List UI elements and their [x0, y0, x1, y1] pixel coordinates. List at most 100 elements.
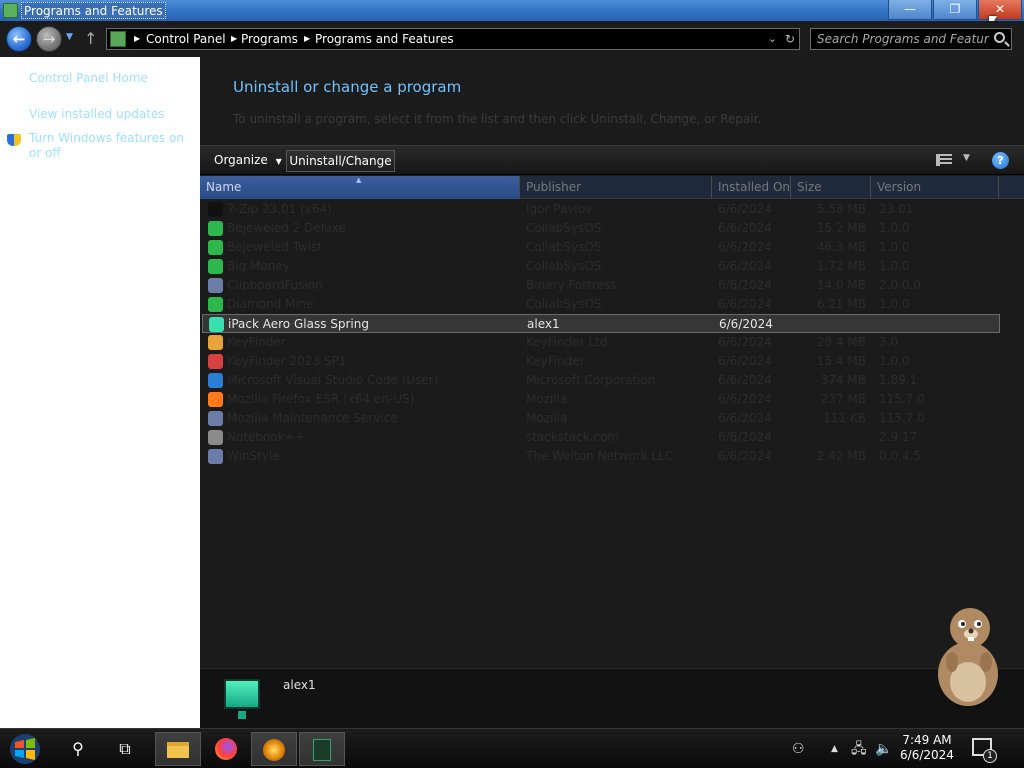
minimize-button[interactable]: —: [888, 0, 932, 20]
program-name: iPack Aero Glass Spring: [228, 317, 369, 331]
installer-icon: [208, 449, 223, 464]
program-version: 2.0.0.0: [879, 278, 921, 292]
program-installed-on: 6/6/2024: [718, 392, 772, 406]
program-publisher: alex1: [527, 317, 560, 331]
table-row[interactable]: 7-Zip 23.01 (x64) Igor Pavlov 6/6/2024 5.58…: [202, 200, 1000, 219]
table-row[interactable]: WinStyle The Welton Network LLC 6/6/2024 2.…: [202, 447, 1000, 466]
program-size: 46.3 MB: [816, 240, 866, 254]
breadcrumb-control-panel[interactable]: Control Panel: [146, 29, 226, 49]
breadcrumb-programs-and-features[interactable]: Programs and Features: [315, 29, 454, 49]
program-version: 1.0.0: [879, 297, 910, 311]
monitor-icon: [224, 679, 260, 719]
table-row[interactable]: Notebook++ stackstack.com 6/6/2024 2.9.17: [202, 428, 1000, 447]
program-name: 7-Zip 23.01 (x64): [227, 202, 332, 216]
breadcrumb-separator-icon[interactable]: ▶: [304, 29, 310, 49]
control-panel-taskbar-icon[interactable]: [251, 732, 297, 766]
program-installed-on: 6/6/2024: [718, 297, 772, 311]
table-row[interactable]: iPack Aero Glass Spring alex1 6/6/2024: [202, 314, 1000, 333]
windows-features-link[interactable]: Turn Windows features on or off: [29, 131, 189, 161]
table-row[interactable]: Big Money CollabSysOS 6/6/2024 1.72 MB 1.0.0: [202, 257, 1000, 276]
change-view-icon[interactable]: [936, 154, 952, 166]
breadcrumb-separator-icon[interactable]: ▶: [231, 29, 237, 49]
table-row[interactable]: Bejeweled 2 Deluxe CollabSysOS 6/6/2024 15.…: [202, 219, 1000, 238]
firefox-icon: [208, 392, 223, 407]
breadcrumb-separator-icon[interactable]: ▶: [134, 29, 140, 49]
recent-pages-dropdown[interactable]: ▼: [66, 32, 73, 42]
table-row[interactable]: Diamond Mine CollabSysOS 6/6/2024 6.21 MB 1.…: [202, 295, 1000, 314]
program-publisher: stackstack.com: [526, 430, 620, 444]
maximize-button[interactable]: ❐: [933, 0, 977, 20]
program-installed-on: 6/6/2024: [719, 317, 773, 331]
task-view-icon[interactable]: ⧉: [102, 732, 148, 766]
app-icon: [208, 430, 223, 445]
chevron-down-icon: ▼: [275, 157, 282, 166]
gopher-mascot-icon[interactable]: [928, 604, 1008, 708]
program-size: 237 MB: [820, 392, 866, 406]
forward-button[interactable]: →: [36, 26, 62, 52]
game-icon: [208, 221, 223, 236]
firefox-icon[interactable]: [203, 732, 249, 766]
back-button[interactable]: ←: [6, 26, 32, 52]
file-explorer-icon[interactable]: [155, 732, 201, 766]
program-size: 28.4 MB: [816, 335, 866, 349]
clock[interactable]: 7:49 AM 6/6/2024: [897, 733, 957, 763]
program-name: Bejeweled Twist: [227, 240, 323, 254]
column-installed-on[interactable]: Installed On: [712, 176, 791, 199]
organize-button[interactable]: Organize ▼: [206, 150, 290, 172]
search-box[interactable]: [810, 28, 1012, 50]
program-publisher: CollabSysOS: [526, 259, 602, 273]
details-publisher: alex1: [283, 678, 316, 692]
chevron-down-icon[interactable]: ▼: [963, 153, 970, 163]
column-size[interactable]: Size: [791, 176, 871, 199]
program-installed-on: 6/6/2024: [718, 240, 772, 254]
control-panel-home-link[interactable]: Control Panel Home: [29, 71, 189, 86]
program-installed-on: 6/6/2024: [718, 335, 772, 349]
breadcrumb-programs[interactable]: Programs: [241, 29, 298, 49]
column-version[interactable]: Version: [871, 176, 999, 199]
search-taskbar-icon[interactable]: ⚲: [55, 732, 101, 766]
column-publisher[interactable]: Publisher: [520, 176, 712, 199]
game-icon: [208, 297, 223, 312]
refresh-icon[interactable]: ↻: [785, 29, 795, 49]
help-icon[interactable]: ?: [992, 152, 1009, 169]
program-publisher: Mozilla: [526, 392, 568, 406]
command-bar: Organize ▼ Uninstall/Change ▼ ?: [200, 145, 1024, 175]
address-bar[interactable]: ▶ Control Panel ▶ Programs ▶ Programs an…: [106, 28, 800, 50]
title-bar[interactable]: Programs and Features — ❐ ✕: [0, 0, 1024, 21]
view-installed-updates-link[interactable]: View installed updates: [29, 107, 189, 122]
program-size: 6.21 MB: [816, 297, 866, 311]
sort-ascending-icon: ▲: [356, 176, 362, 184]
program-publisher: KeyFinder: [526, 354, 585, 368]
uninstall-change-button[interactable]: Uninstall/Change: [286, 150, 395, 172]
start-button-windows-icon[interactable]: [6, 733, 44, 765]
table-row[interactable]: Microsoft Visual Studio Code (User) Micro…: [202, 371, 1000, 390]
close-button[interactable]: ✕: [978, 0, 1022, 20]
program-version: 0.0.4.5: [879, 449, 921, 463]
volume-icon[interactable]: 🔈: [875, 729, 892, 768]
show-hidden-icons[interactable]: ▲: [831, 729, 838, 768]
program-publisher: Microsoft Corporation: [526, 373, 656, 387]
program-version: 115.7.0: [879, 392, 925, 406]
people-icon[interactable]: ⚇: [792, 729, 805, 768]
program-installed-on: 6/6/2024: [718, 449, 772, 463]
program-version: 1.0.0: [879, 259, 910, 273]
organize-label: Organize: [214, 153, 268, 167]
table-row[interactable]: Mozilla Maintenance Service Mozilla 6/6/20…: [202, 409, 1000, 428]
caption-buttons: — ❐ ✕: [887, 0, 1022, 20]
program-publisher: CollabSysOS: [526, 221, 602, 235]
address-dropdown-icon[interactable]: ⌄: [768, 29, 777, 49]
table-row[interactable]: Bejeweled Twist CollabSysOS 6/6/2024 46.3 M…: [202, 238, 1000, 257]
program-size: 15.4 MB: [816, 354, 866, 368]
search-input[interactable]: [811, 29, 989, 49]
up-button[interactable]: ↑: [84, 29, 97, 48]
table-row[interactable]: ClipboardFusion Binary Fortress 6/6/2024 14…: [202, 276, 1000, 295]
table-row[interactable]: KeyFinder 2023 SP1 KeyFinder 6/6/2024 15.4 …: [202, 352, 1000, 371]
key-icon: [208, 335, 223, 350]
shield-icon: [7, 134, 21, 146]
aero-glass-taskbar-icon[interactable]: [299, 732, 345, 766]
network-icon[interactable]: 🖧: [851, 729, 867, 768]
table-row[interactable]: KeyFinder KeyFinder Ltd 6/6/2024 28.4 MB 3.0: [202, 333, 1000, 352]
program-version: 1.0.0: [879, 240, 910, 254]
table-row[interactable]: Mozilla Firefox ESR (x64 en-US) Mozilla 6/…: [202, 390, 1000, 409]
search-icon[interactable]: [994, 32, 1005, 43]
